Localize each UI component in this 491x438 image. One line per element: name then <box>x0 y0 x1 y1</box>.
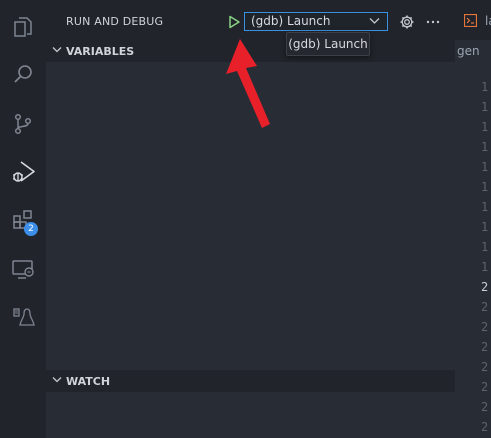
line-number: 1 <box>481 140 489 154</box>
run-debug-button[interactable] <box>0 149 46 195</box>
editor-tab-label: la <box>485 14 491 28</box>
line-number: 1 <box>481 80 489 94</box>
line-number: 1 <box>481 240 489 254</box>
line-number: 1 <box>481 100 489 114</box>
variables-section-label: VARIABLES <box>66 45 135 58</box>
launch-config-tooltip: (gdb) Launch <box>286 32 370 56</box>
play-icon <box>229 15 240 29</box>
vscode-window: 2 RUN AND DEBUG (gdb) Launch (gdb) Launc… <box>0 0 491 438</box>
line-number: 2 <box>481 300 489 314</box>
line-number: 2 <box>481 380 489 394</box>
line-number: 2 <box>481 320 489 334</box>
launch-config-value: (gdb) Launch <box>251 14 331 28</box>
wsl-icon <box>13 308 35 326</box>
line-number: 1 <box>481 260 489 274</box>
gear-icon <box>400 15 414 29</box>
activity-bar: 2 <box>0 0 46 438</box>
line-number: 1 <box>481 120 489 134</box>
chevron-down-icon <box>369 18 380 24</box>
watch-panel <box>46 392 455 438</box>
start-debugging-button[interactable] <box>223 12 245 32</box>
sidebar-title: RUN AND DEBUG <box>66 15 164 28</box>
line-number: 2 <box>481 340 489 354</box>
editor-area: la gen 1 1 1 1 1 1 1 1 1 1 2 2 2 2 2 2 2… <box>455 0 491 438</box>
explorer-button[interactable] <box>0 4 46 50</box>
line-number: 2 <box>481 420 489 434</box>
watch-section-label: WATCH <box>66 375 111 388</box>
editor-tab[interactable]: la <box>455 0 491 40</box>
line-number: 1 <box>481 180 489 194</box>
terminal-file-icon <box>464 14 477 27</box>
open-launch-json-button[interactable] <box>397 12 417 32</box>
files-icon <box>14 17 32 37</box>
watch-section-header[interactable]: WATCH <box>46 370 455 392</box>
line-number: 2 <box>481 400 489 414</box>
search-icon <box>14 65 32 83</box>
line-number: 1 <box>481 160 489 174</box>
launch-config-select[interactable]: (gdb) Launch <box>244 12 388 31</box>
source-control-icon <box>14 113 32 135</box>
remote-explorer-icon <box>12 260 34 279</box>
line-number: 1 <box>481 220 489 234</box>
extensions-button[interactable] <box>0 197 46 243</box>
breadcrumb-item: gen <box>457 44 480 58</box>
line-number-current: 2 <box>481 280 489 294</box>
search-button[interactable] <box>0 51 46 97</box>
extensions-badge: 2 <box>24 222 38 236</box>
sidebar-header: RUN AND DEBUG (gdb) Launch (gdb) Launch <box>46 0 455 56</box>
ellipsis-icon <box>426 20 440 24</box>
chevron-down-icon <box>52 377 62 383</box>
more-actions-button[interactable] <box>423 12 443 32</box>
line-number: 1 <box>481 200 489 214</box>
line-number: 2 <box>481 360 489 374</box>
run-debug-icon <box>13 161 35 182</box>
chevron-down-icon <box>52 47 62 53</box>
remote-explorer-button[interactable] <box>0 246 46 292</box>
annotation-arrow-icon <box>226 39 270 128</box>
wsl-button[interactable] <box>0 294 46 340</box>
source-control-button[interactable] <box>0 101 46 147</box>
breadcrumb[interactable]: gen <box>455 40 491 62</box>
